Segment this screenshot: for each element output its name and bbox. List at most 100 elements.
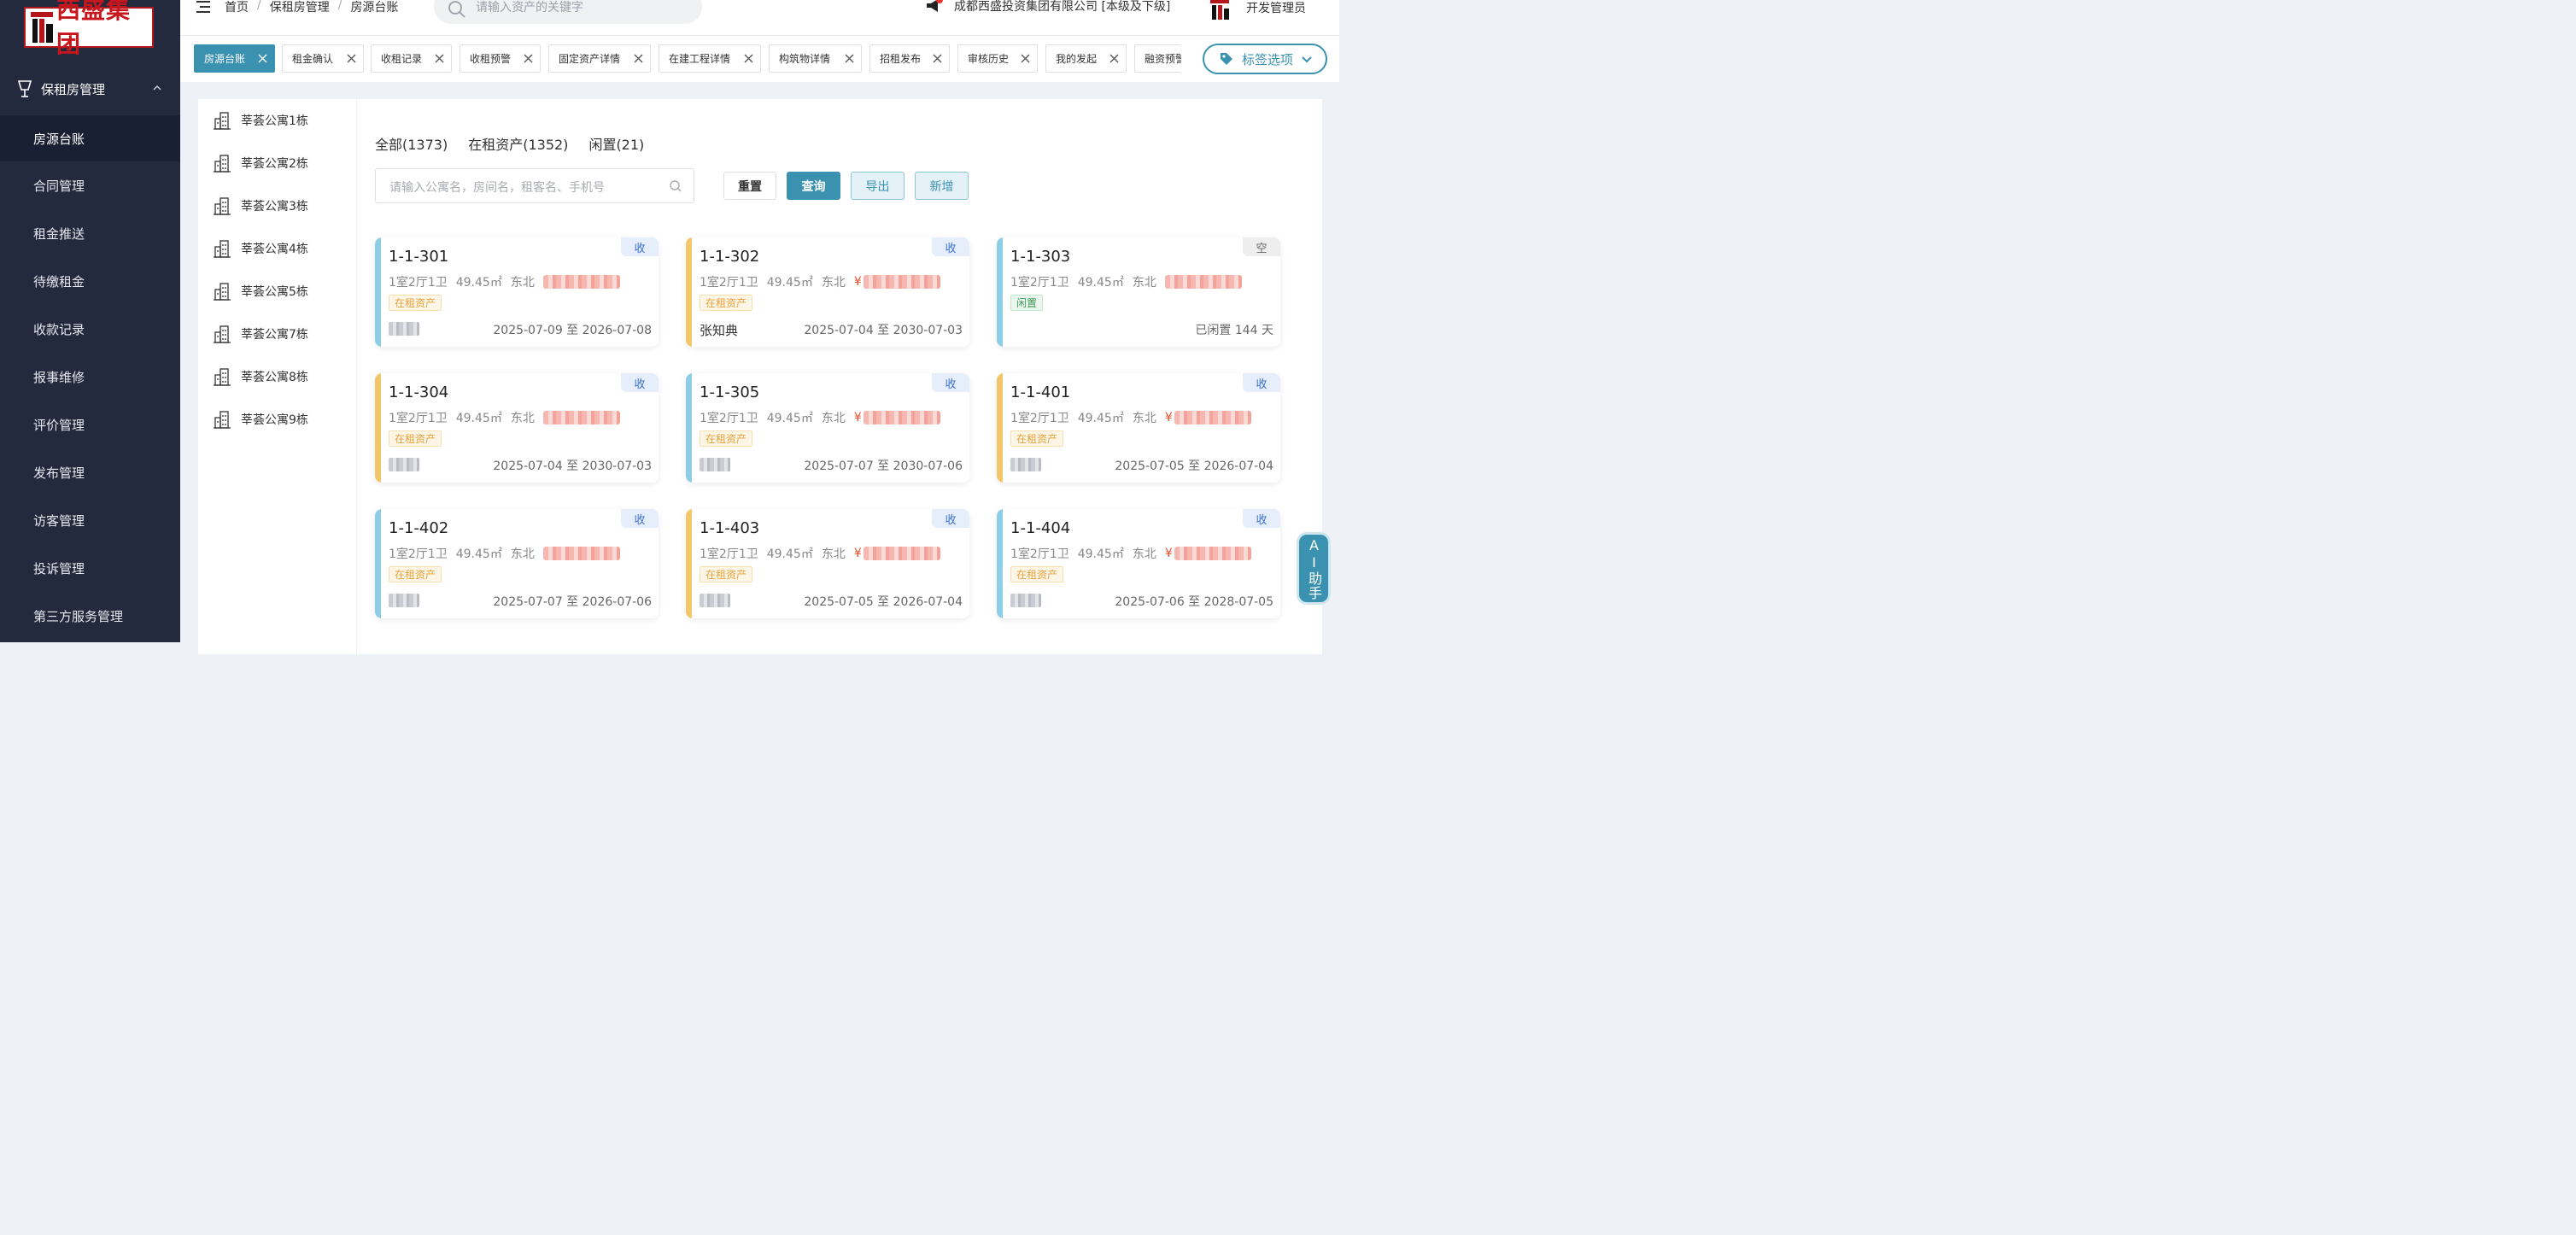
building-tree: 莘荟公寓1栋 莘荟公寓2栋 莘荟公寓3栋莘荟公寓4栋 莘荟公寓5栋莘荟公寓7栋 莘荟公寓…	[198, 99, 357, 654]
tab-tag[interactable]: 收租记录	[371, 44, 452, 73]
query-button[interactable]: 查询	[787, 172, 840, 200]
close-icon[interactable]	[258, 54, 267, 63]
sidebar-item[interactable]: 收款记录	[0, 305, 180, 353]
tab-tag[interactable]: 固定资产详情	[548, 44, 651, 73]
room-info: 1室2厅1卫 49.45㎡ 东北	[389, 273, 620, 290]
sidebar-item-label: 待缴租金	[33, 273, 85, 290]
close-icon[interactable]	[933, 54, 942, 63]
room-card[interactable]: 收 1-1-305 1室2厅1卫 49.45㎡ 东北 ¥ 在租资产 2025-07-07 至 …	[686, 373, 969, 483]
sidebar-item[interactable]: 报事维修	[0, 353, 180, 401]
collect-badge[interactable]: 收	[621, 237, 659, 256]
company-selector[interactable]: 成都西盛投资集团有限公司 [本级及下级]	[925, 0, 1170, 15]
room-card[interactable]: 收 1-1-304 1室2厅1卫 49.45㎡ 东北 在租资产 2025-07-04 至 2…	[375, 373, 659, 483]
tree-item-building[interactable]: 莘荟公寓8栋	[214, 366, 308, 387]
collect-badge[interactable]: 收	[932, 509, 969, 528]
menu-toggle-icon[interactable]	[196, 1, 210, 13]
collect-badge[interactable]: 收	[621, 509, 659, 528]
tree-item-building[interactable]: 莘荟公寓4栋	[214, 238, 308, 259]
reset-button[interactable]: 重置	[723, 172, 776, 200]
ai-assistant-button[interactable]: AI助手	[1297, 532, 1331, 605]
tab-tag[interactable]: 招租发布	[869, 44, 950, 73]
yen-icon: ¥	[853, 275, 862, 289]
tree-item-building[interactable]: 莘荟公寓3栋	[214, 196, 308, 216]
tag-options-button[interactable]: 标签选项	[1203, 44, 1327, 74]
room-card[interactable]: 收 1-1-302 1室2厅1卫 49.45㎡ 东北 ¥ 在租资产 张知典 2025-07-04…	[686, 237, 969, 347]
close-icon[interactable]	[845, 54, 854, 63]
room-layout: 1室2厅1卫	[1010, 276, 1069, 290]
rent-price: ¥	[854, 547, 940, 560]
export-button[interactable]: 导出	[851, 172, 905, 200]
tab-tag[interactable]: 在建工程详情	[659, 44, 761, 73]
collect-badge[interactable]: 收	[932, 373, 969, 392]
user-name: 开发管理员	[1246, 2, 1306, 15]
user-menu[interactable]: 开发管理员	[1210, 0, 1306, 20]
sidebar-item[interactable]: 第三方服务管理	[0, 592, 180, 640]
add-button[interactable]: 新增	[915, 172, 969, 200]
room-card[interactable]: 收 1-1-301 1室2厅1卫 49.45㎡ 东北 在租资产 2025-07-09 至 2…	[375, 237, 659, 347]
breadcrumb-home[interactable]: 首页	[225, 0, 249, 15]
tree-item-building[interactable]: 莘荟公寓1栋	[214, 110, 308, 131]
close-icon[interactable]	[524, 54, 533, 63]
tree-item-building[interactable]: 莘荟公寓7栋	[214, 324, 308, 344]
tree-item-label: 莘荟公寓4栋	[241, 243, 308, 256]
room-orientation: 东北	[821, 412, 846, 425]
collect-badge[interactable]: 收	[621, 373, 659, 392]
room-card[interactable]: 收 1-1-401 1室2厅1卫 49.45㎡ 东北 ¥ 在租资产 2025-07-05 至 …	[997, 373, 1280, 483]
room-area: 49.45㎡	[1077, 547, 1124, 561]
room-search-input[interactable]: 请输入公寓名，房间名，租客名、手机号	[375, 168, 694, 203]
close-icon[interactable]	[347, 54, 356, 63]
sidebar-item[interactable]: 租金推送	[0, 209, 180, 257]
sidebar-item[interactable]: 待缴租金	[0, 257, 180, 305]
room-orientation: 东北	[510, 276, 535, 290]
sidebar-item-label: 房源台账	[33, 131, 85, 147]
sidebar-item[interactable]: 投诉管理	[0, 544, 180, 592]
tab-tag-label: 收租记录	[381, 53, 423, 65]
tab-tag[interactable]: 收租预警	[460, 44, 541, 73]
collect-badge[interactable]: 收	[1243, 373, 1280, 392]
tab-tag[interactable]: 构筑物详情	[769, 44, 862, 73]
close-icon[interactable]	[1021, 54, 1030, 63]
filter-all[interactable]: 全部(1373)	[375, 133, 448, 154]
menu-group-rental[interactable]: 保租房管理	[0, 70, 180, 108]
sidebar-item[interactable]: 房源台账	[0, 115, 180, 161]
tree-item-label: 莘荟公寓5栋	[241, 285, 308, 299]
room-card[interactable]: 空 1-1-303 1室2厅1卫 49.45㎡ 东北 闲置 已闲置 144 天	[997, 237, 1280, 347]
room-card[interactable]: 收 1-1-402 1室2厅1卫 49.45㎡ 东北 在租资产 2025-07-07 至 2…	[375, 509, 659, 618]
close-icon[interactable]	[1109, 54, 1119, 63]
tab-tag-label: 在建工程详情	[669, 53, 731, 65]
sidebar-item[interactable]: 访客管理	[0, 496, 180, 544]
close-icon[interactable]	[435, 54, 444, 63]
asset-search-input[interactable]: 请输入资产的关键字	[434, 0, 702, 24]
breadcrumb-separator: /	[337, 0, 342, 12]
tab-tag[interactable]: 融资预警	[1134, 44, 1181, 73]
room-card[interactable]: 收 1-1-403 1室2厅1卫 49.45㎡ 东北 ¥ 在租资产 2025-07-05 至 …	[686, 509, 969, 618]
redacted-tenant	[700, 594, 730, 607]
tab-tag[interactable]: 我的发起	[1045, 44, 1127, 73]
tree-item-building[interactable]: 莘荟公寓5栋	[214, 281, 308, 301]
yen-icon: ¥	[1164, 547, 1173, 560]
avatar	[1210, 0, 1229, 20]
close-icon[interactable]	[634, 54, 643, 63]
collect-badge[interactable]: 收	[1243, 509, 1280, 528]
tab-tag[interactable]: 审核历史	[957, 44, 1038, 73]
tab-tag[interactable]: 租金确认	[282, 44, 364, 73]
sidebar-item[interactable]: 评价管理	[0, 401, 180, 448]
building-icon	[214, 155, 231, 173]
close-icon[interactable]	[744, 54, 753, 63]
collect-badge[interactable]: 收	[932, 237, 969, 256]
collect-badge[interactable]: 空	[1243, 237, 1280, 256]
filter-rented[interactable]: 在租资产(1352)	[468, 133, 568, 154]
tab-tag-label: 租金确认	[292, 53, 334, 65]
filter-idle[interactable]: 闲置(21)	[588, 133, 644, 154]
room-card[interactable]: 收 1-1-404 1室2厅1卫 49.45㎡ 东北 ¥ 在租资产 2025-07-06 至 …	[997, 509, 1280, 618]
chevron-up-icon[interactable]	[153, 84, 161, 92]
brand-logo[interactable]: 西盛集团	[24, 0, 154, 58]
room-info: 1室2厅1卫 49.45㎡ 东北	[389, 409, 620, 426]
room-info: 1室2厅1卫 49.45㎡ 东北	[389, 545, 620, 562]
sidebar-item[interactable]: 合同管理	[0, 161, 180, 209]
tree-item-building[interactable]: 莘荟公寓9栋	[214, 409, 308, 430]
breadcrumb-rental[interactable]: 保租房管理	[270, 0, 330, 15]
tab-tag[interactable]: 房源台账	[194, 44, 275, 73]
tree-item-building[interactable]: 莘荟公寓2栋	[214, 153, 308, 173]
sidebar-item[interactable]: 发布管理	[0, 448, 180, 496]
